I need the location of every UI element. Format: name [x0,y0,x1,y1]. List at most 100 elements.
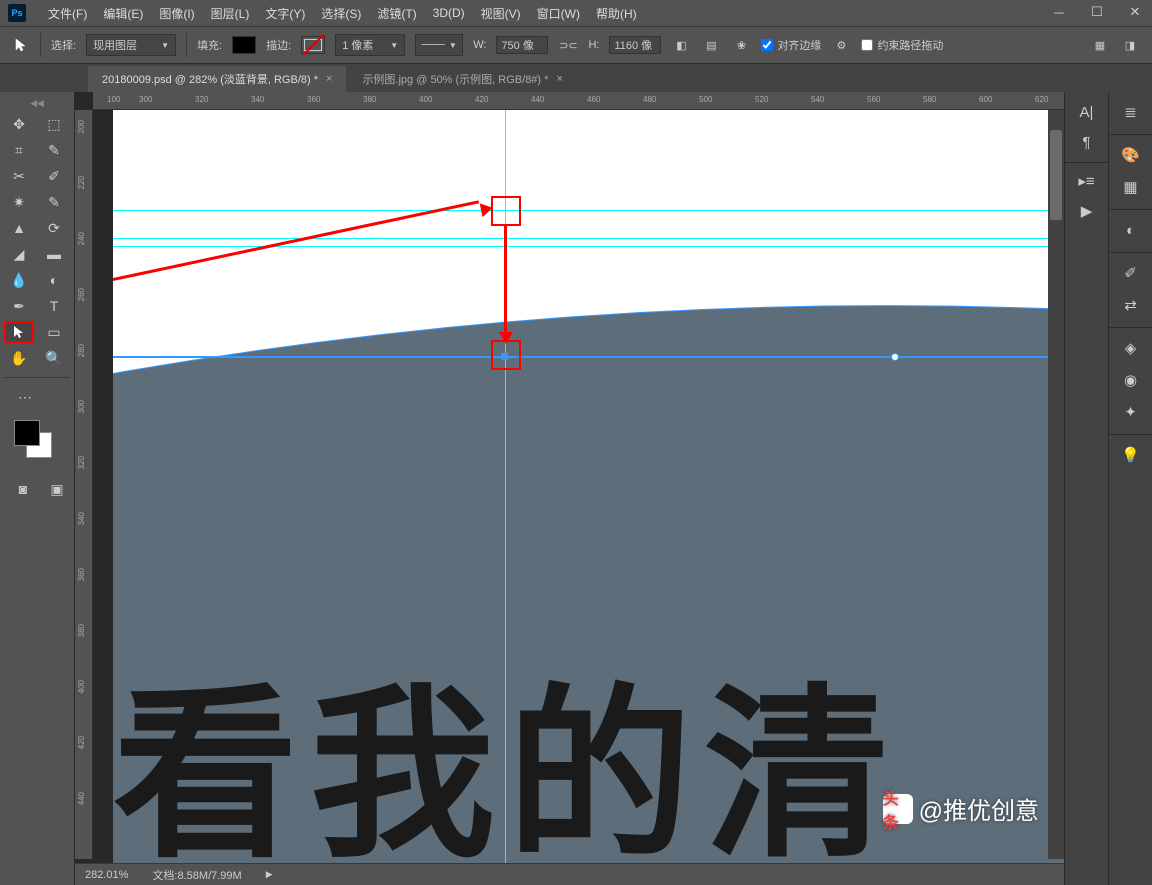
panel-icon[interactable]: ◨ [1120,35,1140,55]
stroke-width-dropdown[interactable]: 1 像素▼ [335,34,405,56]
stroke-swatch[interactable] [301,36,325,54]
link-wh-icon[interactable]: ⊃⊂ [558,35,578,55]
direct-selection-icon[interactable] [12,36,30,54]
gradient-tool[interactable]: ▬ [39,243,69,265]
hand-tool[interactable]: ✋ [4,347,34,369]
path-arrange-icon[interactable]: ❀ [731,35,751,55]
move-tool[interactable]: ✥ [4,113,34,135]
history-brush-tool[interactable]: ⟳ [39,217,69,239]
collapse-icon[interactable]: ◀◀ [4,98,70,109]
vertical-ruler[interactable]: 200 220 240 260 280 300 320 340 360 380 … [75,110,93,859]
stroke-label: 描边: [266,37,291,53]
actions-panel-icon[interactable]: ▸≡ [1071,167,1103,195]
menu-window[interactable]: 窗口(W) [529,5,588,22]
stroke-style-dropdown[interactable]: ───▼ [415,34,463,56]
stamp-tool[interactable]: ▲ [4,217,34,239]
grid-icon[interactable]: ▦ [1090,35,1110,55]
canvas-viewport[interactable]: 看我的清 头条 @推优创意 [93,110,1064,863]
app-logo: Ps [8,4,26,22]
close-tab-icon[interactable]: × [556,73,562,85]
color-chips[interactable] [14,420,54,460]
window-controls: ─ ☐ ✕ [1048,4,1146,20]
anchor-point[interactable] [891,353,899,361]
tab-active[interactable]: 20180009.psd @ 282% (淡蓝背景, RGB/8) *× [88,66,346,92]
type-tool[interactable]: T [39,295,69,317]
path-align-icon[interactable]: ▤ [701,35,721,55]
character-panel-icon[interactable]: A| [1071,98,1103,126]
right-dock-2: ≣ 🎨 ▦ ◐ ✐ ⇄ ◈ ◉ ✦ 💡 [1108,92,1152,885]
gear-icon[interactable]: ⚙ [831,35,851,55]
lasso-tool[interactable]: ⌗ [4,139,34,161]
dodge-tool[interactable]: ◐ [39,269,69,291]
vertical-scrollbar[interactable] [1048,110,1064,859]
doc-size[interactable]: 文档:8.58M/7.99M [152,867,241,883]
menu-file[interactable]: 文件(F) [40,5,95,22]
height-label: H: [588,39,599,51]
canvas-area: 100 300 320 340 360 380 400 420 440 460 … [75,92,1064,885]
menu-type[interactable]: 文字(Y) [257,5,313,22]
arrow-head-down-icon [499,332,513,344]
menu-3d[interactable]: 3D(D) [425,6,473,20]
healing-tool[interactable]: ✷ [4,191,34,213]
close-button[interactable]: ✕ [1124,4,1146,20]
tab-inactive[interactable]: 示例图.jpg @ 50% (示例图, RGB/8#) *× [348,66,576,92]
height-input[interactable] [609,36,661,54]
menu-view[interactable]: 视图(V) [473,5,529,22]
menu-select[interactable]: 选择(S) [313,5,369,22]
adjustments-panel-icon[interactable]: ◐ [1115,216,1147,244]
minimize-button[interactable]: ─ [1048,4,1070,20]
direct-selection-tool[interactable] [4,321,34,343]
edit-toolbar[interactable]: ⋯ [10,386,40,408]
close-tab-icon[interactable]: × [326,73,332,85]
quick-select-tool[interactable]: ✎ [39,139,69,161]
horizontal-guide[interactable] [113,210,1064,211]
path-line[interactable] [113,356,1064,358]
brush-tool[interactable]: ✎ [39,191,69,213]
fill-swatch[interactable] [232,36,256,54]
swatches-panel-icon[interactable]: ▦ [1115,173,1147,201]
eraser-tool[interactable]: ◢ [4,243,34,265]
align-edges-check[interactable]: 对齐边缘 [761,37,821,53]
marquee-tool[interactable]: ⬚ [39,113,69,135]
channels-panel-icon[interactable]: ◉ [1115,366,1147,394]
screenmode-tool[interactable]: ▣ [44,478,70,500]
color-panel-icon[interactable]: 🎨 [1115,141,1147,169]
menu-help[interactable]: 帮助(H) [588,5,645,22]
rectangle-tool[interactable]: ▭ [39,321,69,343]
info-panel-icon[interactable]: 💡 [1115,441,1147,469]
pen-tool[interactable]: ✒ [4,295,34,317]
brush-panel-icon[interactable]: ✐ [1115,259,1147,287]
menu-edit[interactable]: 编辑(E) [95,5,151,22]
arrow-head-icon [480,201,495,217]
zoom-level[interactable]: 282.01% [85,869,128,881]
history-panel-icon[interactable]: ≣ [1115,98,1147,126]
maximize-button[interactable]: ☐ [1086,4,1108,20]
annotation-box-bottom [491,340,521,370]
crop-tool[interactable]: ✂ [4,165,34,187]
quickmask-tool[interactable]: ◙ [10,478,36,500]
paths-panel-icon[interactable]: ✦ [1115,398,1147,426]
play-icon[interactable]: ▶ [1071,197,1103,225]
horizontal-ruler[interactable]: 100 300 320 340 360 380 400 420 440 460 … [93,92,1064,110]
document-canvas[interactable]: 看我的清 头条 @推优创意 [113,110,1064,863]
horizontal-guide-2[interactable] [113,238,1064,239]
watermark-logo: 头条 [883,794,913,824]
menu-filter[interactable]: 滤镜(T) [369,5,424,22]
annotation-box-top [491,196,521,226]
foreground-color[interactable] [14,420,40,446]
menu-layer[interactable]: 图层(L) [203,5,258,22]
eyedropper-tool[interactable]: ✐ [39,165,69,187]
width-input[interactable] [496,36,548,54]
select-label: 选择: [51,37,76,53]
paragraph-panel-icon[interactable]: ¶ [1071,128,1103,156]
constrain-path-check[interactable]: 约束路径拖动 [861,37,943,53]
scrollbar-thumb[interactable] [1050,130,1062,220]
menu-image[interactable]: 图像(I) [151,5,202,22]
watermark: 头条 @推优创意 [883,791,1039,826]
brush-settings-icon[interactable]: ⇄ [1115,291,1147,319]
select-layer-dropdown[interactable]: 现用图层▼ [86,34,176,56]
layers-panel-icon[interactable]: ◈ [1115,334,1147,362]
blur-tool[interactable]: 💧 [4,269,34,291]
zoom-tool[interactable]: 🔍 [39,347,69,369]
path-ops-icon[interactable]: ◧ [671,35,691,55]
